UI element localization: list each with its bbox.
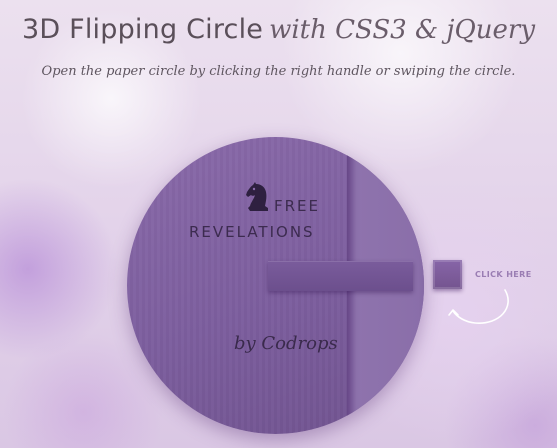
curved-arrow-icon bbox=[448, 289, 509, 324]
circle-line-revelations: REVELATIONS bbox=[189, 223, 315, 241]
page-title: 3D Flipping Circle with CSS3 & jQuery bbox=[0, 14, 557, 45]
chess-knight-icon bbox=[246, 182, 268, 211]
circle-line-free: FREE bbox=[274, 197, 321, 215]
subtitle: Open the paper circle by clicking the ri… bbox=[41, 64, 516, 79]
title-script: with CSS3 & jQuery bbox=[269, 15, 536, 45]
title-main: 3D Flipping Circle bbox=[21, 14, 264, 45]
click-here-hint: CLICK HERE bbox=[475, 270, 532, 279]
flipping-circle[interactable]: FREE REVELATIONS by Codrops bbox=[127, 137, 424, 434]
handle-bar bbox=[268, 261, 413, 291]
circle-signature: by Codrops bbox=[234, 333, 338, 354]
